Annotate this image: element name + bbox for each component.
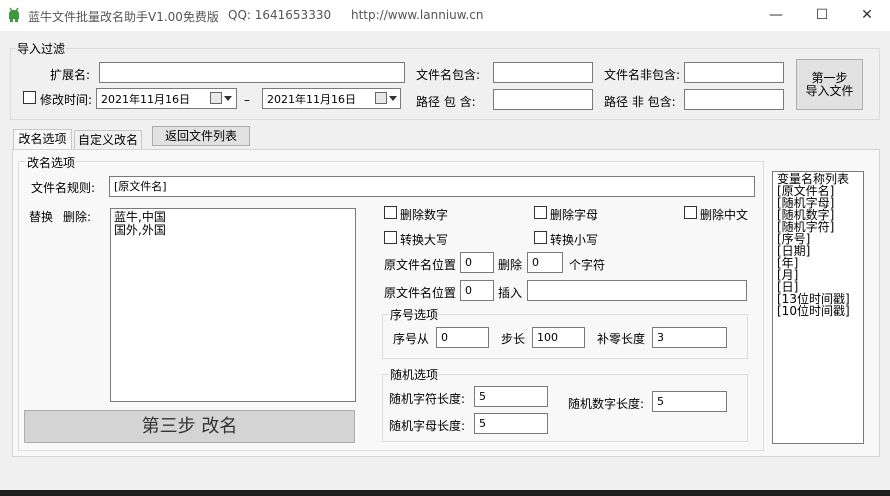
tab-custom-rename[interactable]: 自定义改名 bbox=[74, 130, 142, 149]
step1-import-button[interactable]: 第一步 导入文件 bbox=[796, 59, 863, 110]
insert-input[interactable] bbox=[527, 280, 747, 301]
list-item[interactable]: [10位时间戳] bbox=[777, 305, 859, 317]
step-input[interactable]: 100 bbox=[532, 327, 585, 348]
calendar-icon bbox=[375, 92, 387, 104]
delete-label: 删除: bbox=[63, 210, 92, 224]
step1-line2: 导入文件 bbox=[805, 84, 854, 98]
to-upper-checkbox[interactable] bbox=[384, 231, 397, 244]
replace-textarea[interactable]: 蓝牛,中国 国外,外国 bbox=[110, 208, 356, 402]
website-url: http://www.lanniuw.cn bbox=[351, 8, 484, 22]
to-lower-checkbox[interactable] bbox=[534, 231, 547, 244]
tab-rename-options[interactable]: 改名选项 bbox=[13, 129, 72, 149]
maximize-button[interactable]: ☐ bbox=[799, 0, 845, 31]
rand-char-input[interactable]: 5 bbox=[474, 386, 548, 407]
rand-digit-label: 随机数字长度: bbox=[568, 397, 645, 411]
pad-zero-label: 补零长度 bbox=[597, 332, 646, 346]
rand-letter-input[interactable]: 5 bbox=[474, 413, 548, 434]
sequence-group-label: 序号选项 bbox=[389, 306, 440, 323]
delete-count-input[interactable]: 0 bbox=[527, 252, 563, 273]
extension-label: 扩展名: bbox=[50, 68, 91, 82]
chars-label: 个字符 bbox=[569, 258, 606, 272]
pos-label-delete: 原文件名位置 bbox=[384, 258, 457, 272]
minimize-button[interactable]: — bbox=[753, 0, 799, 31]
path-contains-input[interactable] bbox=[493, 89, 593, 110]
del-chinese-checkbox[interactable] bbox=[684, 206, 697, 219]
del-letters-checkbox[interactable] bbox=[534, 206, 547, 219]
rand-letter-label: 随机字母长度: bbox=[389, 419, 466, 433]
name-excludes-label: 文件名非包含: bbox=[604, 68, 681, 82]
replace-label: 替换 bbox=[29, 210, 54, 224]
seq-from-input[interactable]: 0 bbox=[436, 327, 489, 348]
rename-options-label: 改名选项 bbox=[26, 154, 77, 171]
seq-from-label: 序号从 bbox=[393, 332, 430, 346]
pos-insert-input[interactable]: 0 bbox=[460, 280, 494, 301]
date-to-value: 2021年11月16日 bbox=[267, 93, 356, 106]
step-label: 步长 bbox=[501, 332, 526, 346]
chevron-down-icon bbox=[389, 96, 397, 101]
return-file-list-button[interactable]: 返回文件列表 bbox=[152, 126, 250, 146]
import-filter-label: 导入过滤 bbox=[16, 40, 67, 57]
extension-input[interactable] bbox=[99, 62, 405, 83]
rule-input[interactable]: [原文件名] bbox=[109, 176, 755, 197]
delete-word-label: 删除 bbox=[498, 258, 523, 272]
name-contains-input[interactable] bbox=[493, 62, 593, 83]
taskbar-strip bbox=[0, 490, 890, 496]
calendar-icon bbox=[210, 92, 222, 104]
path-excludes-label: 路径 非 包含: bbox=[604, 95, 676, 109]
window-title: 蓝牛文件批量改名助手V1.00免费版 bbox=[28, 10, 219, 24]
date-from-value: 2021年11月16日 bbox=[101, 93, 190, 106]
rule-label: 文件名规则: bbox=[31, 181, 96, 195]
del-digits-checkbox[interactable] bbox=[384, 206, 397, 219]
insert-label: 插入 bbox=[498, 286, 523, 300]
chevron-down-icon bbox=[224, 96, 232, 101]
del-digits-label: 删除数字 bbox=[400, 208, 449, 222]
date-separator: – bbox=[244, 93, 250, 107]
pos-delete-input[interactable]: 0 bbox=[460, 252, 494, 273]
random-group-label: 随机选项 bbox=[389, 366, 440, 383]
modified-time-label: 修改时间: bbox=[40, 93, 93, 107]
name-excludes-input[interactable] bbox=[684, 62, 784, 83]
path-excludes-input[interactable] bbox=[684, 89, 784, 110]
rand-char-label: 随机字符长度: bbox=[389, 392, 466, 406]
rand-digit-input[interactable]: 5 bbox=[652, 391, 727, 412]
modified-time-checkbox[interactable] bbox=[23, 91, 36, 104]
close-button[interactable]: ✕ bbox=[844, 0, 890, 31]
app-logo-icon bbox=[9, 7, 19, 22]
del-chinese-label: 删除中文 bbox=[700, 208, 749, 222]
variables-listbox[interactable]: 变量名称列表 [原文件名] [随机字母] [随机数字] [随机字符] [序号] … bbox=[772, 171, 864, 444]
qq-label: QQ: 1641653330 bbox=[228, 8, 332, 22]
step3-rename-button[interactable]: 第三步 改名 bbox=[24, 410, 355, 443]
del-letters-label: 删除字母 bbox=[550, 208, 599, 222]
to-lower-label: 转换小写 bbox=[550, 233, 599, 247]
name-contains-label: 文件名包含: bbox=[416, 68, 481, 82]
pos-label-insert: 原文件名位置 bbox=[384, 286, 457, 300]
path-contains-label: 路径 包 含: bbox=[416, 95, 476, 109]
pad-zero-input[interactable]: 3 bbox=[652, 327, 727, 348]
to-upper-label: 转换大写 bbox=[400, 233, 449, 247]
